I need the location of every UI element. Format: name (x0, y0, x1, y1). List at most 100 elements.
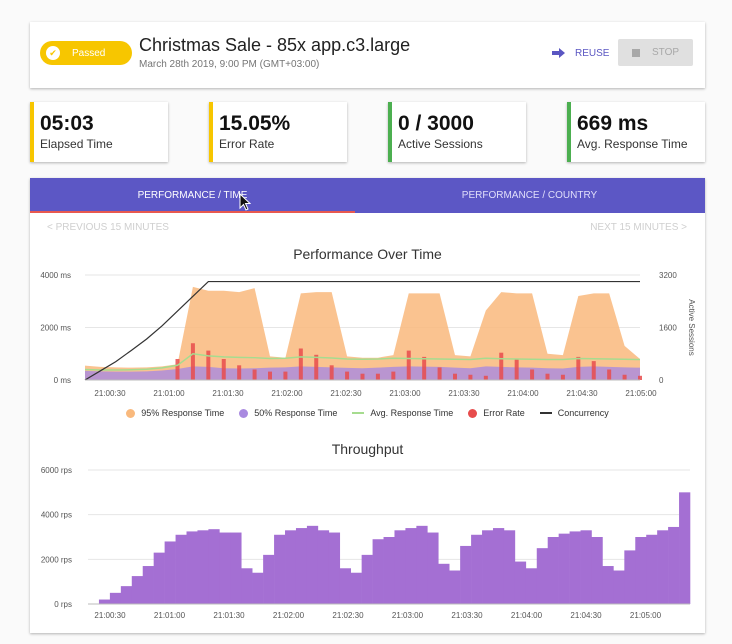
throughput-bar (295, 528, 308, 604)
stat-value: 05:03 (40, 112, 94, 135)
stat-value: 0 / 3000 (398, 112, 474, 135)
x-tick-label: 21:01:00 (153, 389, 185, 396)
legend-item-avg[interactable]: Avg. Response Time (352, 408, 453, 418)
x-tick-label: 21:04:00 (507, 389, 539, 396)
error-rate-bar (345, 371, 350, 380)
throughput-bar (624, 550, 636, 604)
throughput-bar (613, 570, 625, 604)
stat-card-active-sessions: 0 / 3000 Active Sessions (388, 102, 526, 162)
x-tick-label: 21:01:30 (213, 611, 245, 620)
error-rate-bar (175, 359, 180, 380)
legend-item-error-rate[interactable]: Error Rate (468, 408, 525, 418)
y2-tick-label: 3200 (659, 271, 677, 280)
error-rate-bar (576, 356, 581, 380)
throughput-bar (175, 534, 187, 604)
throughput-bar (109, 592, 122, 604)
throughput-bar (602, 566, 614, 604)
arrow-right-icon (552, 48, 565, 58)
throughput-bar (197, 530, 209, 604)
stat-value: 15.05% (219, 112, 291, 135)
throughput-bar (427, 532, 439, 604)
chart-legend: 95% Response Time 50% Response Time Avg.… (30, 408, 705, 418)
throughput-bar (372, 539, 384, 604)
error-rate-bar (607, 369, 612, 380)
stat-accent-bar (388, 102, 392, 162)
x-tick-label: 21:00:30 (94, 389, 126, 396)
test-date: March 28th 2019, 9:00 PM (GMT+03:00) (139, 59, 320, 70)
error-rate-bar (237, 365, 242, 380)
error-rate-bar (268, 371, 272, 380)
legend-label: 50% Response Time (254, 408, 338, 418)
throughput-bar (646, 534, 658, 604)
series-area-p95 (85, 286, 640, 380)
stat-label: Avg. Response Time (577, 137, 688, 151)
throughput-bar (153, 552, 165, 604)
throughput-bar (580, 530, 592, 604)
throughput-bar (306, 525, 319, 604)
chart-title-throughput: Throughput (331, 441, 404, 457)
stat-value: 669 ms (577, 112, 649, 135)
legend-swatch (126, 408, 136, 418)
legend-label: 95% Response Time (141, 408, 225, 418)
active-tab-indicator (30, 211, 355, 213)
x-tick-label: 21:02:00 (273, 611, 305, 620)
x-tick-label: 21:01:00 (154, 611, 186, 620)
x-tick-label: 21:05:00 (630, 611, 662, 620)
legend-label: Avg. Response Time (370, 408, 454, 418)
reuse-label: REUSE (575, 47, 610, 59)
legend-label: Error Rate (483, 408, 525, 418)
throughput-bar (208, 529, 220, 604)
error-rate-bar (314, 354, 319, 380)
throughput-bar (460, 545, 472, 604)
throughput-bar (164, 541, 176, 604)
x-tick-label: 21:02:30 (330, 389, 362, 396)
error-rate-bar (638, 375, 642, 380)
legend-item-p50[interactable]: 50% Response Time (239, 408, 337, 418)
x-tick-label: 21:03:00 (389, 389, 421, 396)
performance-panel: PERFORMANCE / TIME PERFORMANCE / COUNTRY… (30, 178, 705, 633)
throughput-bar (142, 566, 154, 604)
throughput-bar (591, 537, 603, 604)
legend-swatch (239, 408, 249, 418)
y-tick-label: 0 rps (54, 600, 72, 609)
stop-button[interactable]: STOP (618, 39, 693, 66)
y2-tick-label: 0 (659, 376, 664, 385)
previous-15-minutes-button[interactable]: < PREVIOUS 15 MINUTES (47, 222, 169, 233)
legend-item-p95[interactable]: 95% Response Time (126, 408, 224, 418)
error-rate-bar (514, 359, 519, 380)
tab-bar: PERFORMANCE / TIME PERFORMANCE / COUNTRY (30, 178, 705, 213)
stat-accent-bar (567, 102, 571, 162)
error-rate-bar (283, 371, 288, 380)
status-label: Passed (72, 47, 106, 59)
stat-card-elapsed-time: 05:03 Elapsed Time (30, 102, 168, 162)
throughput-bar (274, 534, 286, 604)
x-tick-label: 21:05:00 (625, 389, 657, 396)
reuse-button[interactable]: REUSE (552, 42, 609, 64)
tab-performance-time[interactable]: PERFORMANCE / TIME (30, 178, 355, 213)
error-rate-bar (437, 367, 442, 380)
throughput-bar (558, 533, 570, 604)
x-tick-label: 21:03:00 (392, 611, 424, 620)
y-tick-label: 2000 ms (40, 324, 71, 333)
chart-title-performance: Performance Over Time (293, 246, 442, 262)
error-rate-bar (453, 373, 457, 380)
next-15-minutes-button[interactable]: NEXT 15 MINUTES > (590, 222, 687, 233)
throughput-bar (471, 534, 483, 604)
throughput-chart: 6000 rps 4000 rps 2000 rps 0 rps 21:00:30 21:… (41, 466, 691, 620)
throughput-bar (219, 532, 231, 604)
throughput-bar (514, 561, 527, 604)
error-rate-bar (545, 373, 550, 380)
mouse-cursor-icon (239, 193, 251, 211)
x-tick-label: 21:04:30 (566, 389, 598, 396)
legend-item-concurrency[interactable]: Concurrency (539, 408, 609, 418)
error-rate-bar (560, 374, 565, 380)
stat-card-error-rate: 15.05% Error Rate (209, 102, 347, 162)
y-tick-label: 6000 rps (41, 466, 72, 475)
y2-tick-label: 1600 (659, 324, 677, 333)
error-rate-bar (622, 374, 627, 380)
x-tick-label: 21:02:30 (332, 611, 364, 620)
tab-performance-country[interactable]: PERFORMANCE / COUNTRY (367, 178, 692, 213)
throughput-bar (361, 554, 373, 604)
stop-label: STOP (651, 47, 680, 58)
stat-label: Error Rate (219, 137, 275, 151)
